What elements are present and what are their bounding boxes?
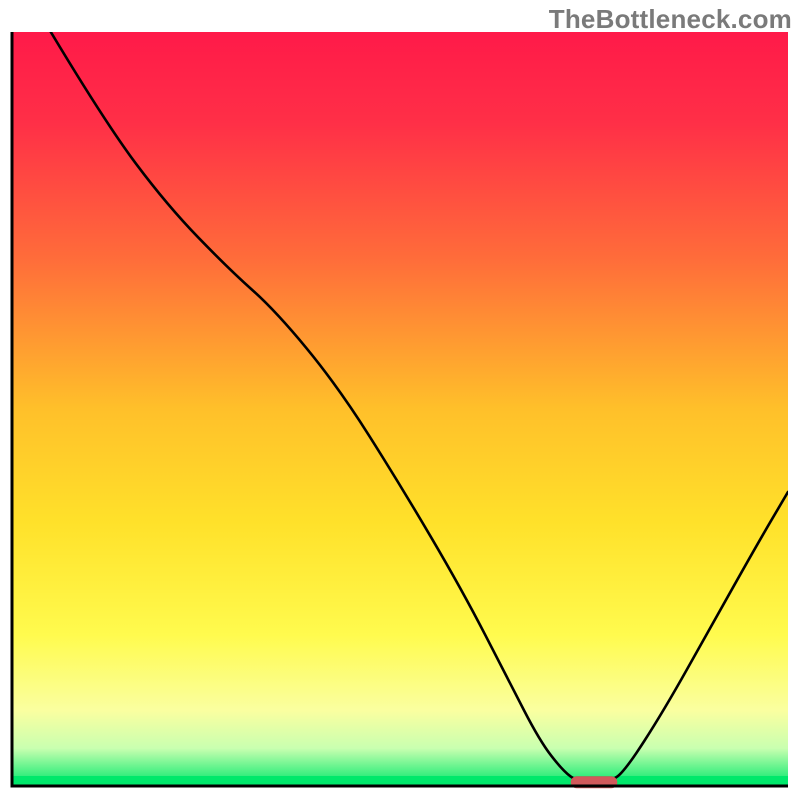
watermark-text: TheBottleneck.com: [549, 4, 792, 35]
plot-area: [12, 32, 788, 788]
gradient-background: [12, 32, 788, 786]
chart-frame: TheBottleneck.com: [0, 0, 800, 800]
bottleneck-chart: [0, 0, 800, 800]
